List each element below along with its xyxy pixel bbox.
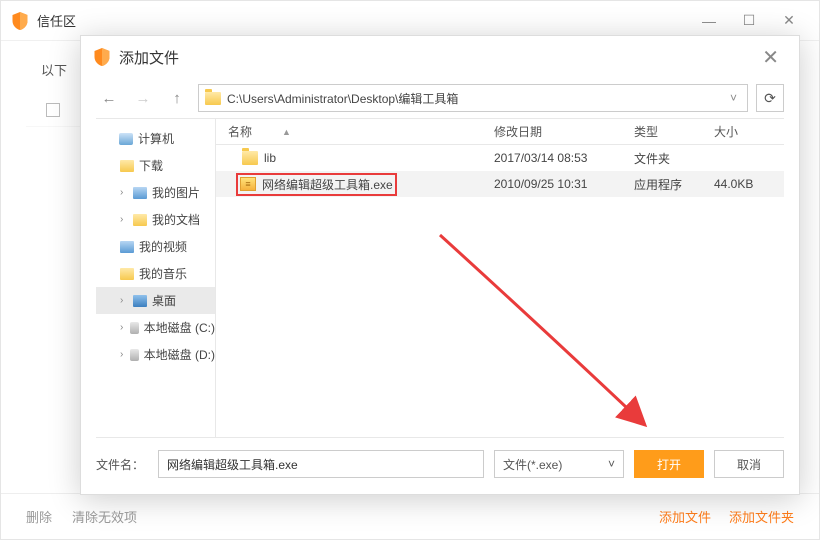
computer-icon [119, 133, 133, 145]
highlight-annotation: 网络编辑超级工具箱.exe [236, 173, 397, 196]
dialog-titlebar: 添加文件 ✕ [81, 36, 799, 78]
tree-downloads[interactable]: 下载 [96, 152, 215, 179]
folder-tree: 计算机 下载 ›我的图片 ›我的文档 我的视频 我的音乐 ›桌面 ›本地磁盘 (… [96, 119, 216, 437]
filename-input[interactable] [158, 450, 484, 478]
expand-icon[interactable]: › [120, 187, 128, 198]
col-type-header[interactable]: 类型 [634, 123, 714, 140]
chevron-down-icon[interactable]: ˅ [726, 91, 741, 105]
path-text: C:\Users\Administrator\Desktop\编辑工具箱 [227, 90, 458, 107]
close-button[interactable]: ✕ [769, 6, 809, 36]
file-row[interactable]: lib 2017/03/14 08:53 文件夹 [216, 145, 784, 171]
folder-icon [205, 92, 221, 105]
add-file-link[interactable]: 添加文件 [659, 507, 711, 526]
expand-icon[interactable]: › [120, 295, 128, 306]
minimize-button[interactable]: ― [689, 6, 729, 36]
toolbar-text: 以下 [41, 60, 67, 79]
tree-drive-d[interactable]: ›本地磁盘 (D:) [96, 341, 215, 368]
select-all-checkbox[interactable] [46, 103, 60, 117]
tree-drive-c[interactable]: ›本地磁盘 (C:) [96, 314, 215, 341]
close-icon[interactable]: ✕ [754, 41, 787, 74]
delete-link[interactable]: 删除 [26, 507, 52, 526]
maximize-button[interactable]: ☐ [729, 6, 769, 36]
dialog-body: 计算机 下载 ›我的图片 ›我的文档 我的视频 我的音乐 ›桌面 ›本地磁盘 (… [96, 118, 784, 438]
up-button[interactable]: ↑ [164, 85, 190, 111]
chevron-down-icon: ˅ [608, 457, 615, 471]
col-size-header[interactable]: 大小 [714, 123, 784, 140]
file-row-selected[interactable]: 网络编辑超级工具箱.exe 2010/09/25 10:31 应用程序 44.0… [216, 171, 784, 197]
folder-icon [242, 151, 258, 165]
shield-icon [11, 11, 29, 31]
exe-icon [240, 177, 256, 191]
pictures-icon [133, 187, 147, 199]
folder-icon [120, 160, 134, 172]
tree-desktop[interactable]: ›桌面 [96, 287, 215, 314]
drive-icon [130, 349, 139, 361]
tree-music[interactable]: 我的音乐 [96, 260, 215, 287]
tree-documents[interactable]: ›我的文档 [96, 206, 215, 233]
parent-title: 信任区 [37, 11, 689, 30]
refresh-button[interactable]: ⟳ [756, 84, 784, 112]
videos-icon [120, 241, 134, 253]
dialog-nav: ← → ↑ C:\Users\Administrator\Desktop\编辑工… [81, 78, 799, 118]
col-date-header[interactable]: 修改日期 [494, 123, 634, 140]
expand-icon[interactable]: › [120, 322, 125, 333]
sort-asc-icon: ▲ [282, 127, 291, 137]
add-file-dialog: 添加文件 ✕ ← → ↑ C:\Users\Administrator\Desk… [80, 35, 800, 495]
dialog-footer: 文件名： 文件(*.exe)˅ 打开 取消 [81, 438, 799, 490]
cancel-button[interactable]: 取消 [714, 450, 784, 478]
documents-icon [133, 214, 147, 226]
music-icon [120, 268, 134, 280]
expand-icon[interactable]: › [120, 349, 125, 360]
open-button[interactable]: 打开 [634, 450, 704, 478]
parent-footer: 删除 清除无效项 添加文件 添加文件夹 [1, 493, 819, 539]
dialog-title: 添加文件 [119, 47, 754, 68]
file-list: 名称▲ 修改日期 类型 大小 lib 2017/03/14 08:53 文件夹 … [216, 119, 784, 437]
path-input[interactable]: C:\Users\Administrator\Desktop\编辑工具箱 ˅ [198, 84, 748, 112]
file-list-header: 名称▲ 修改日期 类型 大小 [216, 119, 784, 145]
expand-icon[interactable]: › [120, 214, 128, 225]
back-button[interactable]: ← [96, 85, 122, 111]
col-name-header[interactable]: 名称▲ [216, 123, 494, 140]
tree-computer[interactable]: 计算机 [96, 125, 215, 152]
filename-label: 文件名： [96, 456, 144, 473]
add-folder-link[interactable]: 添加文件夹 [729, 507, 794, 526]
shield-icon [93, 47, 111, 67]
clear-invalid-link[interactable]: 清除无效项 [72, 507, 137, 526]
desktop-icon [133, 295, 147, 307]
tree-pictures[interactable]: ›我的图片 [96, 179, 215, 206]
filetype-select[interactable]: 文件(*.exe)˅ [494, 450, 624, 478]
forward-button[interactable]: → [130, 85, 156, 111]
tree-videos[interactable]: 我的视频 [96, 233, 215, 260]
drive-icon [130, 322, 139, 334]
